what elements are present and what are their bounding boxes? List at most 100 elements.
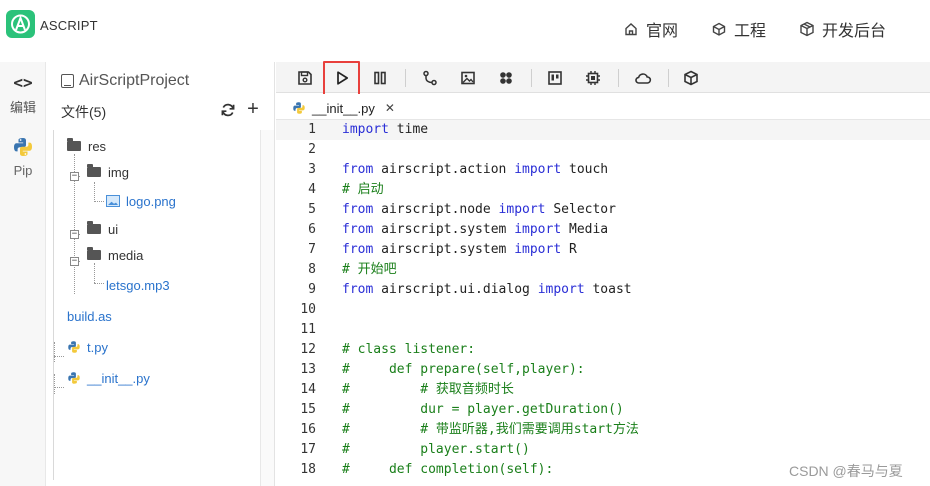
code-line[interactable]: 7 from airscript.system import R	[276, 240, 930, 260]
code-text: from airscript.action import touch	[342, 160, 608, 180]
plugin-icon	[500, 72, 512, 84]
device-button[interactable]	[580, 65, 606, 91]
folder-icon	[87, 221, 101, 234]
collapse-toggle-img[interactable]: −	[70, 172, 79, 181]
code-keyword: from	[342, 222, 374, 237]
tree-item-ui[interactable]: ui	[87, 219, 118, 239]
code-line[interactable]: 6 from airscript.system import Media	[276, 220, 930, 240]
file-panel-scrollbar[interactable]	[260, 130, 274, 486]
node-button[interactable]	[417, 65, 443, 91]
python-file-icon	[68, 341, 80, 353]
tree-item-img[interactable]: img	[87, 162, 129, 182]
code-keyword: import	[342, 122, 389, 137]
activity-pip-label: Pip	[13, 163, 33, 178]
code-line[interactable]: 15 # dur = player.getDuration()	[276, 400, 930, 420]
pause-button[interactable]	[367, 65, 393, 91]
code-keyword: import	[514, 222, 562, 237]
tree-item-init-py[interactable]: __init__.py	[67, 368, 150, 388]
image-file-icon	[106, 195, 120, 207]
code-comment: # class listener:	[342, 342, 476, 357]
home-icon	[622, 20, 640, 38]
collapse-toggle-media[interactable]: −	[70, 257, 79, 266]
line-number: 14	[300, 382, 316, 397]
toolbar-divider	[668, 69, 669, 87]
layout-icon	[548, 71, 562, 85]
code-comment: # # 获取音频时长	[342, 382, 514, 397]
tree-item-label: img	[108, 164, 129, 180]
code-line[interactable]: 10	[276, 300, 930, 320]
add-file-button[interactable]: +	[244, 99, 262, 119]
tree-item-res[interactable]: res	[67, 136, 106, 156]
ascript-logo-icon[interactable]	[6, 10, 35, 38]
code-comment: # def completion(self):	[342, 462, 554, 477]
run-button[interactable]	[329, 65, 355, 91]
nav-project[interactable]: 工程	[710, 17, 766, 41]
cubes-icon	[798, 20, 816, 38]
code-line[interactable]: 8 # 开始吧	[276, 260, 930, 280]
book-icon	[61, 74, 74, 88]
activity-edit[interactable]: <> 编辑	[0, 72, 46, 116]
code-line[interactable]: 9 from airscript.ui.dialog import toast	[276, 280, 930, 300]
files-count-label: 文件(5)	[61, 104, 107, 120]
folder-icon	[87, 164, 101, 177]
code-line[interactable]: 13 # def prepare(self,player):	[276, 360, 930, 380]
nav-official-site-label: 官网	[646, 23, 679, 40]
code-line[interactable]: 5 from airscript.node import Selector	[276, 200, 930, 220]
code-line[interactable]: 17 # player.start()	[276, 440, 930, 460]
tree-item-build-as[interactable]: build.as	[67, 306, 112, 326]
image-button[interactable]	[455, 65, 481, 91]
code-line[interactable]: 4 # 启动	[276, 180, 930, 200]
layout-button[interactable]	[542, 65, 568, 91]
code-line[interactable]: 14 # # 获取音频时长	[276, 380, 930, 400]
activity-edit-label: 编辑	[9, 100, 36, 115]
package-button[interactable]	[678, 65, 704, 91]
tree-item-logo-png[interactable]: logo.png	[106, 191, 176, 211]
code-line[interactable]: 12 # class listener:	[276, 340, 930, 360]
editor-tabs: __init__.py ✕	[276, 94, 930, 120]
tree-item-letsgo-mp3[interactable]: letsgo.mp3	[106, 275, 170, 295]
file-explorer: AirScriptProject 文件(5) + − − − res img l…	[47, 62, 275, 486]
refresh-button[interactable]	[220, 102, 238, 120]
code-line[interactable]: 16 # # 带监听器,我们需要调用start方法	[276, 420, 930, 440]
close-icon[interactable]: ✕	[385, 101, 395, 115]
code-token: toast	[584, 282, 632, 297]
tree-connector	[54, 387, 64, 388]
code-text: # dur = player.getDuration()	[342, 400, 624, 420]
activity-pip[interactable]: Pip	[0, 136, 46, 178]
nav-official-site[interactable]: 官网	[622, 17, 678, 41]
line-number: 7	[308, 242, 316, 257]
line-number: 9	[308, 282, 316, 297]
code-line[interactable]: 1 import time	[276, 120, 930, 140]
code-line[interactable]: 2	[276, 140, 930, 160]
code-token: time	[388, 122, 429, 137]
code-editor[interactable]: 1 import time 2 3 from airscript.action impo…	[276, 120, 930, 486]
code-keyword: from	[342, 202, 374, 217]
line-number: 11	[300, 322, 316, 337]
code-line[interactable]: 11	[276, 320, 930, 340]
tree-item-media[interactable]: media	[87, 245, 143, 265]
tree-item-label: ui	[108, 221, 119, 237]
pause-icon	[374, 71, 386, 85]
code-comment: # 启动	[342, 182, 384, 197]
cloud-button[interactable]	[630, 65, 656, 91]
tree-item-label: res	[88, 138, 107, 154]
top-header: ASCRIPT 官网 工程 开发后台	[0, 0, 930, 60]
code-text: from airscript.node import Selector	[342, 200, 616, 220]
tab-init-py[interactable]: __init__.py ✕	[292, 96, 395, 120]
nav-dev-console[interactable]: 开发后台	[798, 17, 886, 41]
tree-connector	[54, 374, 55, 394]
nav-dev-console-label: 开发后台	[822, 23, 887, 40]
code-text: # # 带监听器,我们需要调用start方法	[342, 420, 639, 440]
code-keyword: import	[514, 242, 562, 257]
code-token: airscript.system	[373, 222, 515, 237]
tree-connector	[54, 342, 55, 362]
line-number: 4	[308, 182, 316, 197]
plugin-button[interactable]	[493, 65, 519, 91]
save-button[interactable]	[292, 65, 318, 91]
nav-project-label: 工程	[734, 23, 767, 40]
collapse-toggle-ui[interactable]: −	[70, 230, 79, 239]
line-number: 8	[308, 262, 316, 277]
tree-item-t-py[interactable]: t.py	[67, 337, 108, 357]
code-line[interactable]: 3 from airscript.action import touch	[276, 160, 930, 180]
package-icon	[684, 70, 698, 86]
